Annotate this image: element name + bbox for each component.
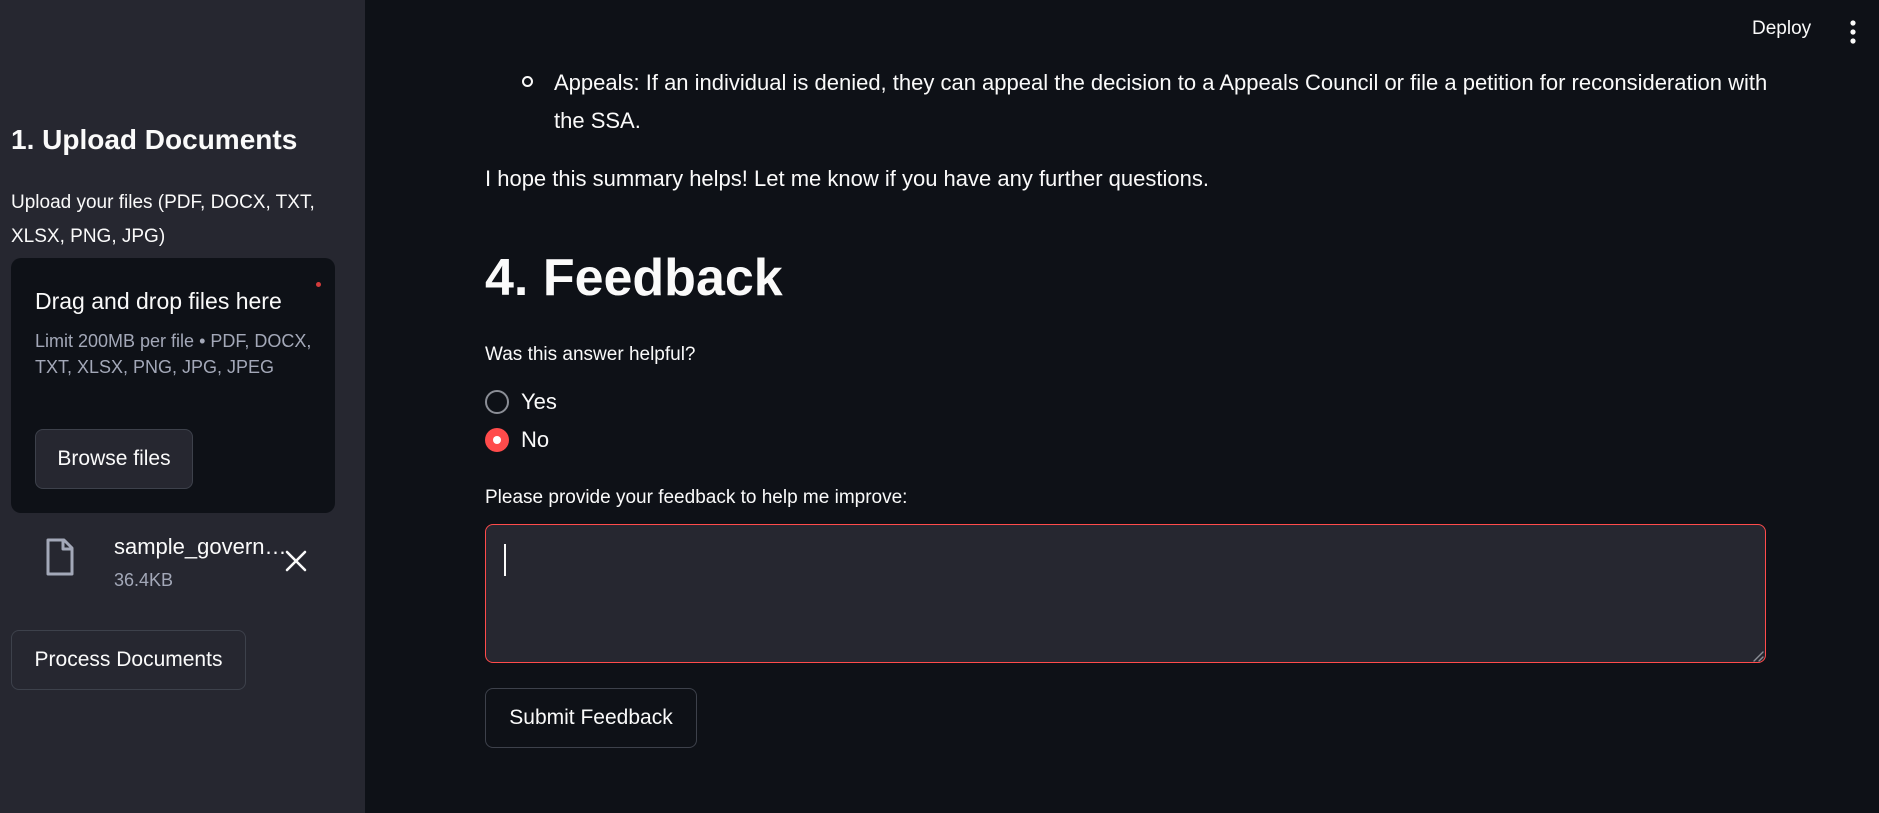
helpful-question-label: Was this answer helpful? — [485, 344, 696, 365]
bullet-icon — [522, 76, 533, 87]
browse-files-button[interactable]: Browse files — [35, 429, 193, 489]
file-size: 36.4KB — [114, 570, 174, 590]
sidebar: 1. Upload Documents Upload your files (P… — [0, 0, 365, 813]
radio-button-selected[interactable] — [485, 428, 509, 452]
radio-label: No — [521, 427, 550, 452]
file-icon — [46, 538, 74, 576]
upload-label: Upload your files (PDF, DOCX, TXT, XLSX,… — [11, 192, 315, 247]
text-caret — [504, 544, 506, 576]
radio-option-no[interactable]: No — [485, 425, 549, 455]
closing-message: I hope this summary helps! Let me know i… — [485, 166, 1209, 191]
feedback-heading: 4. Feedback — [485, 249, 783, 307]
submit-feedback-button[interactable]: Submit Feedback — [485, 688, 697, 748]
file-dropzone[interactable]: Drag and drop files here Limit 200MB per… — [11, 258, 335, 513]
status-dot — [316, 282, 321, 287]
radio-button[interactable] — [485, 390, 509, 414]
summary-bullet: Appeals: If an individual is denied, the… — [554, 70, 1768, 133]
resize-grip-icon[interactable] — [1752, 650, 1764, 662]
deploy-button[interactable]: Deploy — [1752, 18, 1811, 40]
dropzone-title: Drag and drop files here — [35, 288, 282, 314]
radio-option-yes[interactable]: Yes — [485, 387, 557, 417]
file-name: sample_government_document — [114, 534, 294, 559]
feedback-textarea[interactable] — [485, 524, 1766, 663]
process-documents-button[interactable]: Process Documents — [11, 630, 246, 690]
uploaded-file-item: sample_government_document 36.4KB — [11, 530, 335, 600]
close-icon[interactable] — [283, 548, 309, 574]
dropzone-limits: Limit 200MB per file • PDF, DOCX, TXT, X… — [35, 331, 312, 377]
feedback-field-label: Please provide your feedback to help me … — [485, 487, 908, 508]
kebab-menu-icon[interactable] — [1845, 20, 1861, 44]
radio-label: Yes — [521, 389, 557, 414]
upload-section-title: 1. Upload Documents — [11, 124, 298, 155]
